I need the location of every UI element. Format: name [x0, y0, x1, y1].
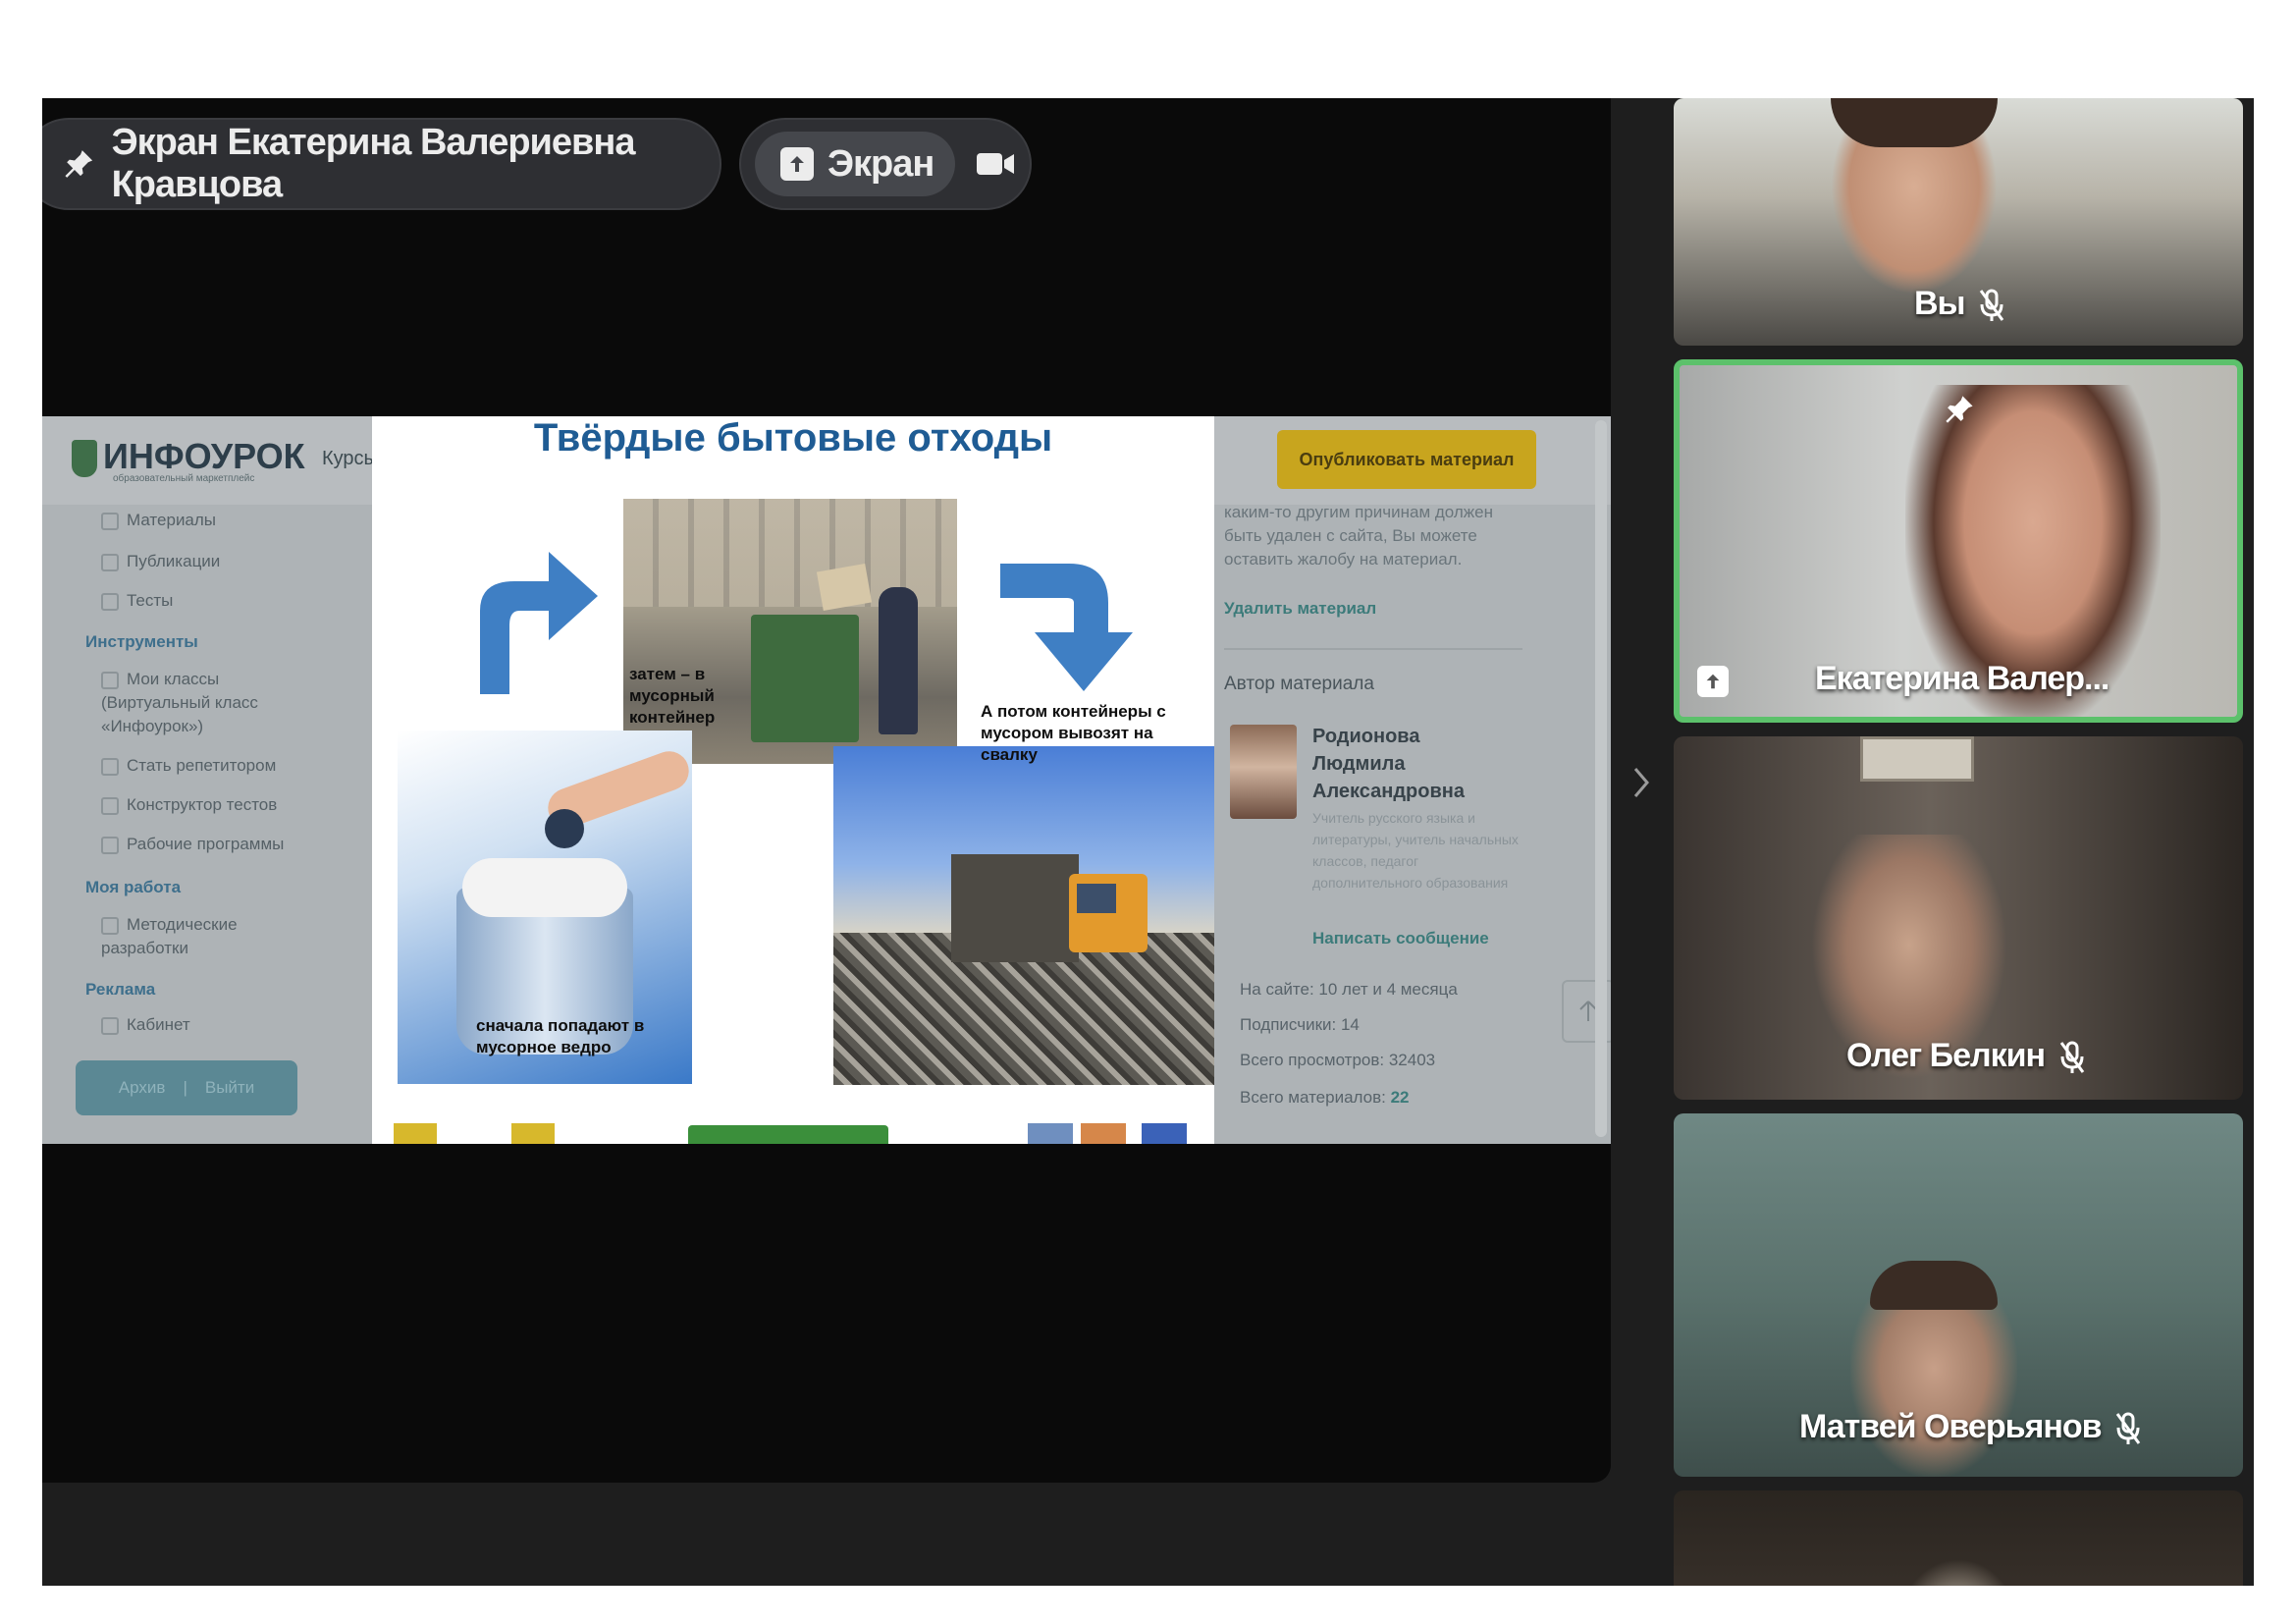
- sidebar-item: Рабочие программы: [101, 835, 284, 854]
- chevron-right-icon[interactable]: [1632, 766, 1650, 799]
- stat-subscribers: Подписчики: 14: [1240, 1015, 1360, 1034]
- stat-views: Всего просмотров: 32403: [1240, 1051, 1436, 1069]
- camera-icon[interactable]: [977, 151, 1014, 177]
- participant-name-text: Матвей Оверьянов: [1799, 1408, 2103, 1445]
- curved-arrow-up-icon: [480, 552, 598, 694]
- main-stage: Экран Екатерина Валериевна Кравцова Экра…: [42, 98, 1611, 1483]
- mic-off-icon: [2059, 1041, 2084, 1074]
- sidebar-heading: Реклама: [85, 980, 156, 999]
- mic-off-icon: [2115, 1412, 2141, 1445]
- sidebar-item: Конструктор тестов: [101, 795, 277, 815]
- participant-name: Олег Белкин: [1846, 1037, 2085, 1075]
- pinned-presentation-chip[interactable]: Экран Екатерина Валериевна Кравцова: [42, 118, 721, 210]
- presentation-slide: Твёрдые бытовые отходы затем – в мусорны…: [372, 416, 1214, 1144]
- participant-hair: [1831, 98, 1998, 147]
- stat-materials: Всего материалов: 22: [1240, 1088, 1410, 1108]
- participant-tile-partial[interactable]: [1674, 1490, 2243, 1586]
- sidebar-item-label: Тесты: [127, 591, 174, 610]
- participant-tile-self[interactable]: Вы: [1674, 98, 2243, 346]
- sidebar-item: Методические разработки: [101, 913, 248, 960]
- slide-title: Твёрдые бытовые отходы: [533, 416, 1053, 460]
- divider: [1224, 648, 1522, 650]
- slide-toolbar-chip: [1142, 1123, 1187, 1144]
- complaint-notice: каким-то другим причинам должен быть уда…: [1224, 503, 1494, 568]
- sidebar-heading: Инструменты: [85, 632, 198, 651]
- sidebar-heading: Моя работа: [85, 878, 182, 896]
- logo-subtitle: образовательный маркетплейс: [113, 473, 255, 484]
- participant-name-text: Екатерина Валер...: [1815, 660, 2109, 697]
- participant-video: [1899, 1559, 2017, 1586]
- website-sidebar: Материалы Публикации Тесты Инструменты М…: [72, 505, 311, 1104]
- mic-off-icon: [1979, 289, 2004, 322]
- slide-toolbar-bar: [688, 1125, 888, 1144]
- pin-icon: [65, 150, 93, 178]
- stat-on-site: На сайте: 10 лет и 4 месяца: [1240, 980, 1458, 999]
- participant-name-text: Олег Белкин: [1846, 1037, 2046, 1074]
- sidebar-item: Публикации: [101, 552, 220, 571]
- pin-icon: [1946, 396, 1973, 423]
- author-avatar: [1230, 725, 1297, 819]
- author-heading: Автор материала: [1224, 674, 1374, 694]
- archive-label: Архив: [118, 1078, 166, 1097]
- page-scrollbar: [1595, 420, 1607, 1137]
- archive-exit-bar: Архив | Выйти: [76, 1060, 297, 1115]
- material-info-panel: каким-то другим причинам должен быть уда…: [1214, 416, 1611, 1144]
- shared-screen: ИНФОУРОК образовательный маркетплейс Кур…: [42, 416, 1611, 1144]
- screen-button-label: Экран: [828, 142, 934, 185]
- slide-toolbar-chip: [1081, 1123, 1126, 1144]
- sidebar-item-label: Материалы: [127, 511, 217, 529]
- participant-hair: [1870, 1261, 1998, 1310]
- participant-name: Матвей Оверьянов: [1799, 1408, 2141, 1446]
- caption-bucket: сначала попадают в мусорное ведро: [476, 1016, 645, 1056]
- sidebar-item: Кабинет: [101, 1015, 190, 1035]
- participant-tile[interactable]: Матвей Оверьянов: [1674, 1113, 2243, 1477]
- participant-name: Екатерина Валер...: [1815, 660, 2109, 698]
- screen-controls: Экран: [739, 118, 1032, 210]
- sidebar-item: Тесты: [101, 591, 173, 611]
- photo-landfill-truck: [833, 746, 1214, 1085]
- participant-name: Вы: [1914, 285, 2004, 323]
- participant-tile-presenter[interactable]: Екатерина Валер...: [1674, 359, 2243, 723]
- sidebar-item-label: Методические разработки: [101, 915, 238, 957]
- meet-app: Экран Екатерина Валериевна Кравцова Экра…: [42, 98, 2254, 1586]
- sidebar-item-label: Публикации: [127, 552, 221, 570]
- sidebar-item-label: Рабочие программы: [127, 835, 285, 853]
- sidebar-item-label: Мои классы (Виртуальный класс «Инфоурок»…: [101, 670, 258, 735]
- stat-materials-count: 22: [1390, 1088, 1410, 1107]
- slide-toolbar-chip: [394, 1123, 437, 1144]
- delete-material-link: Удалить материал: [1224, 599, 1377, 618]
- sidebar-item-label: Кабинет: [127, 1015, 190, 1034]
- slide-toolbar-chip: [511, 1123, 555, 1144]
- caption-dump: А потом контейнеры с мусором вывозят на …: [981, 702, 1166, 764]
- participant-picture-frame: [1860, 736, 1974, 782]
- pinned-presentation-label: Экран Екатерина Валериевна Кравцова: [111, 122, 636, 205]
- infourok-logo: ИНФОУРОК: [72, 436, 305, 478]
- slide-toolbar-chip: [1028, 1123, 1073, 1144]
- participant-name-text: Вы: [1914, 285, 1966, 322]
- stat-materials-label: Всего материалов:: [1240, 1088, 1386, 1107]
- sidebar-item-label: Конструктор тестов: [127, 795, 278, 814]
- author-role: Учитель русского языка и литературы, учи…: [1312, 810, 1519, 891]
- sidebar-item: Мои классы (Виртуальный класс «Инфоурок»…: [101, 668, 278, 738]
- exit-label: Выйти: [204, 1078, 255, 1097]
- sidebar-item-label: Стать репетитором: [127, 756, 277, 775]
- present-screen-icon: [1697, 666, 1729, 697]
- sidebar-item: Материалы: [101, 511, 216, 530]
- screen-button[interactable]: Экран: [755, 132, 955, 196]
- write-message-link: Написать сообщение: [1312, 929, 1489, 947]
- logo-text: ИНФОУРОК: [103, 436, 305, 476]
- caption-container: затем – в мусорный контейнер: [629, 665, 716, 727]
- sidebar-item: Стать репетитором: [101, 756, 276, 776]
- curved-arrow-down-icon: [1000, 564, 1133, 691]
- present-screen-icon: [780, 147, 814, 181]
- nav-courses: Курсы: [322, 448, 378, 469]
- author-name: Родионова Людмила Александровна: [1312, 726, 1465, 802]
- participant-tile[interactable]: Олег Белкин: [1674, 736, 2243, 1100]
